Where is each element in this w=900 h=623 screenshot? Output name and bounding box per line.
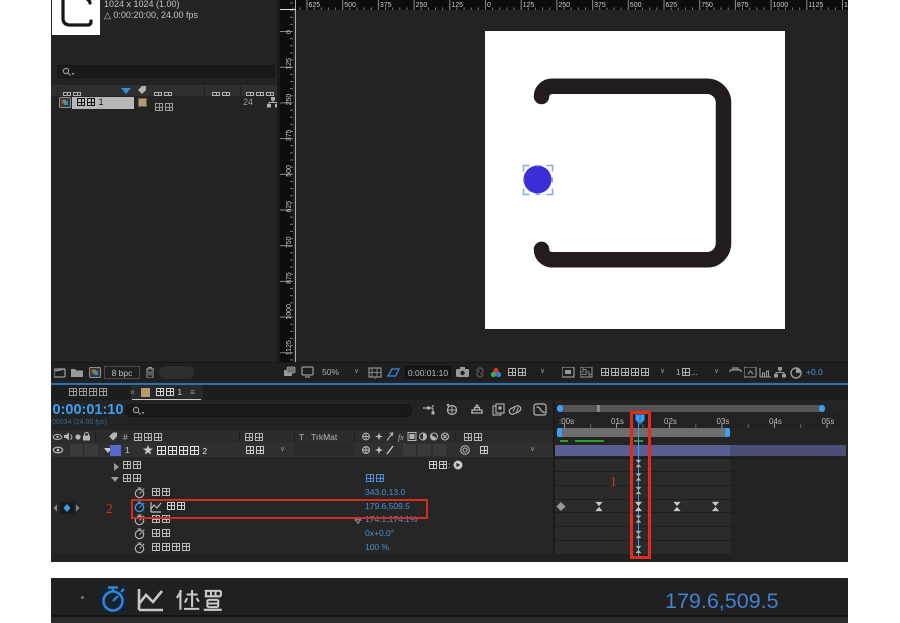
svg-text:1125: 1125 — [808, 2, 823, 9]
svg-text:375: 375 — [380, 2, 392, 9]
svg-text:625: 625 — [666, 2, 678, 9]
svg-text:625: 625 — [309, 2, 321, 9]
svg-text:500: 500 — [630, 2, 642, 9]
svg-text:375: 375 — [594, 2, 606, 9]
svg-text:750: 750 — [701, 2, 713, 9]
svg-text:125: 125 — [523, 2, 535, 9]
svg-text:1250: 1250 — [844, 2, 848, 9]
svg-text:1000: 1000 — [773, 2, 789, 9]
svg-text:250: 250 — [416, 2, 428, 9]
svg-text:0: 0 — [487, 2, 491, 9]
svg-text:875: 875 — [737, 2, 749, 9]
svg-text:500: 500 — [344, 2, 356, 9]
svg-text:125: 125 — [451, 2, 463, 9]
svg-text:250: 250 — [558, 2, 570, 9]
